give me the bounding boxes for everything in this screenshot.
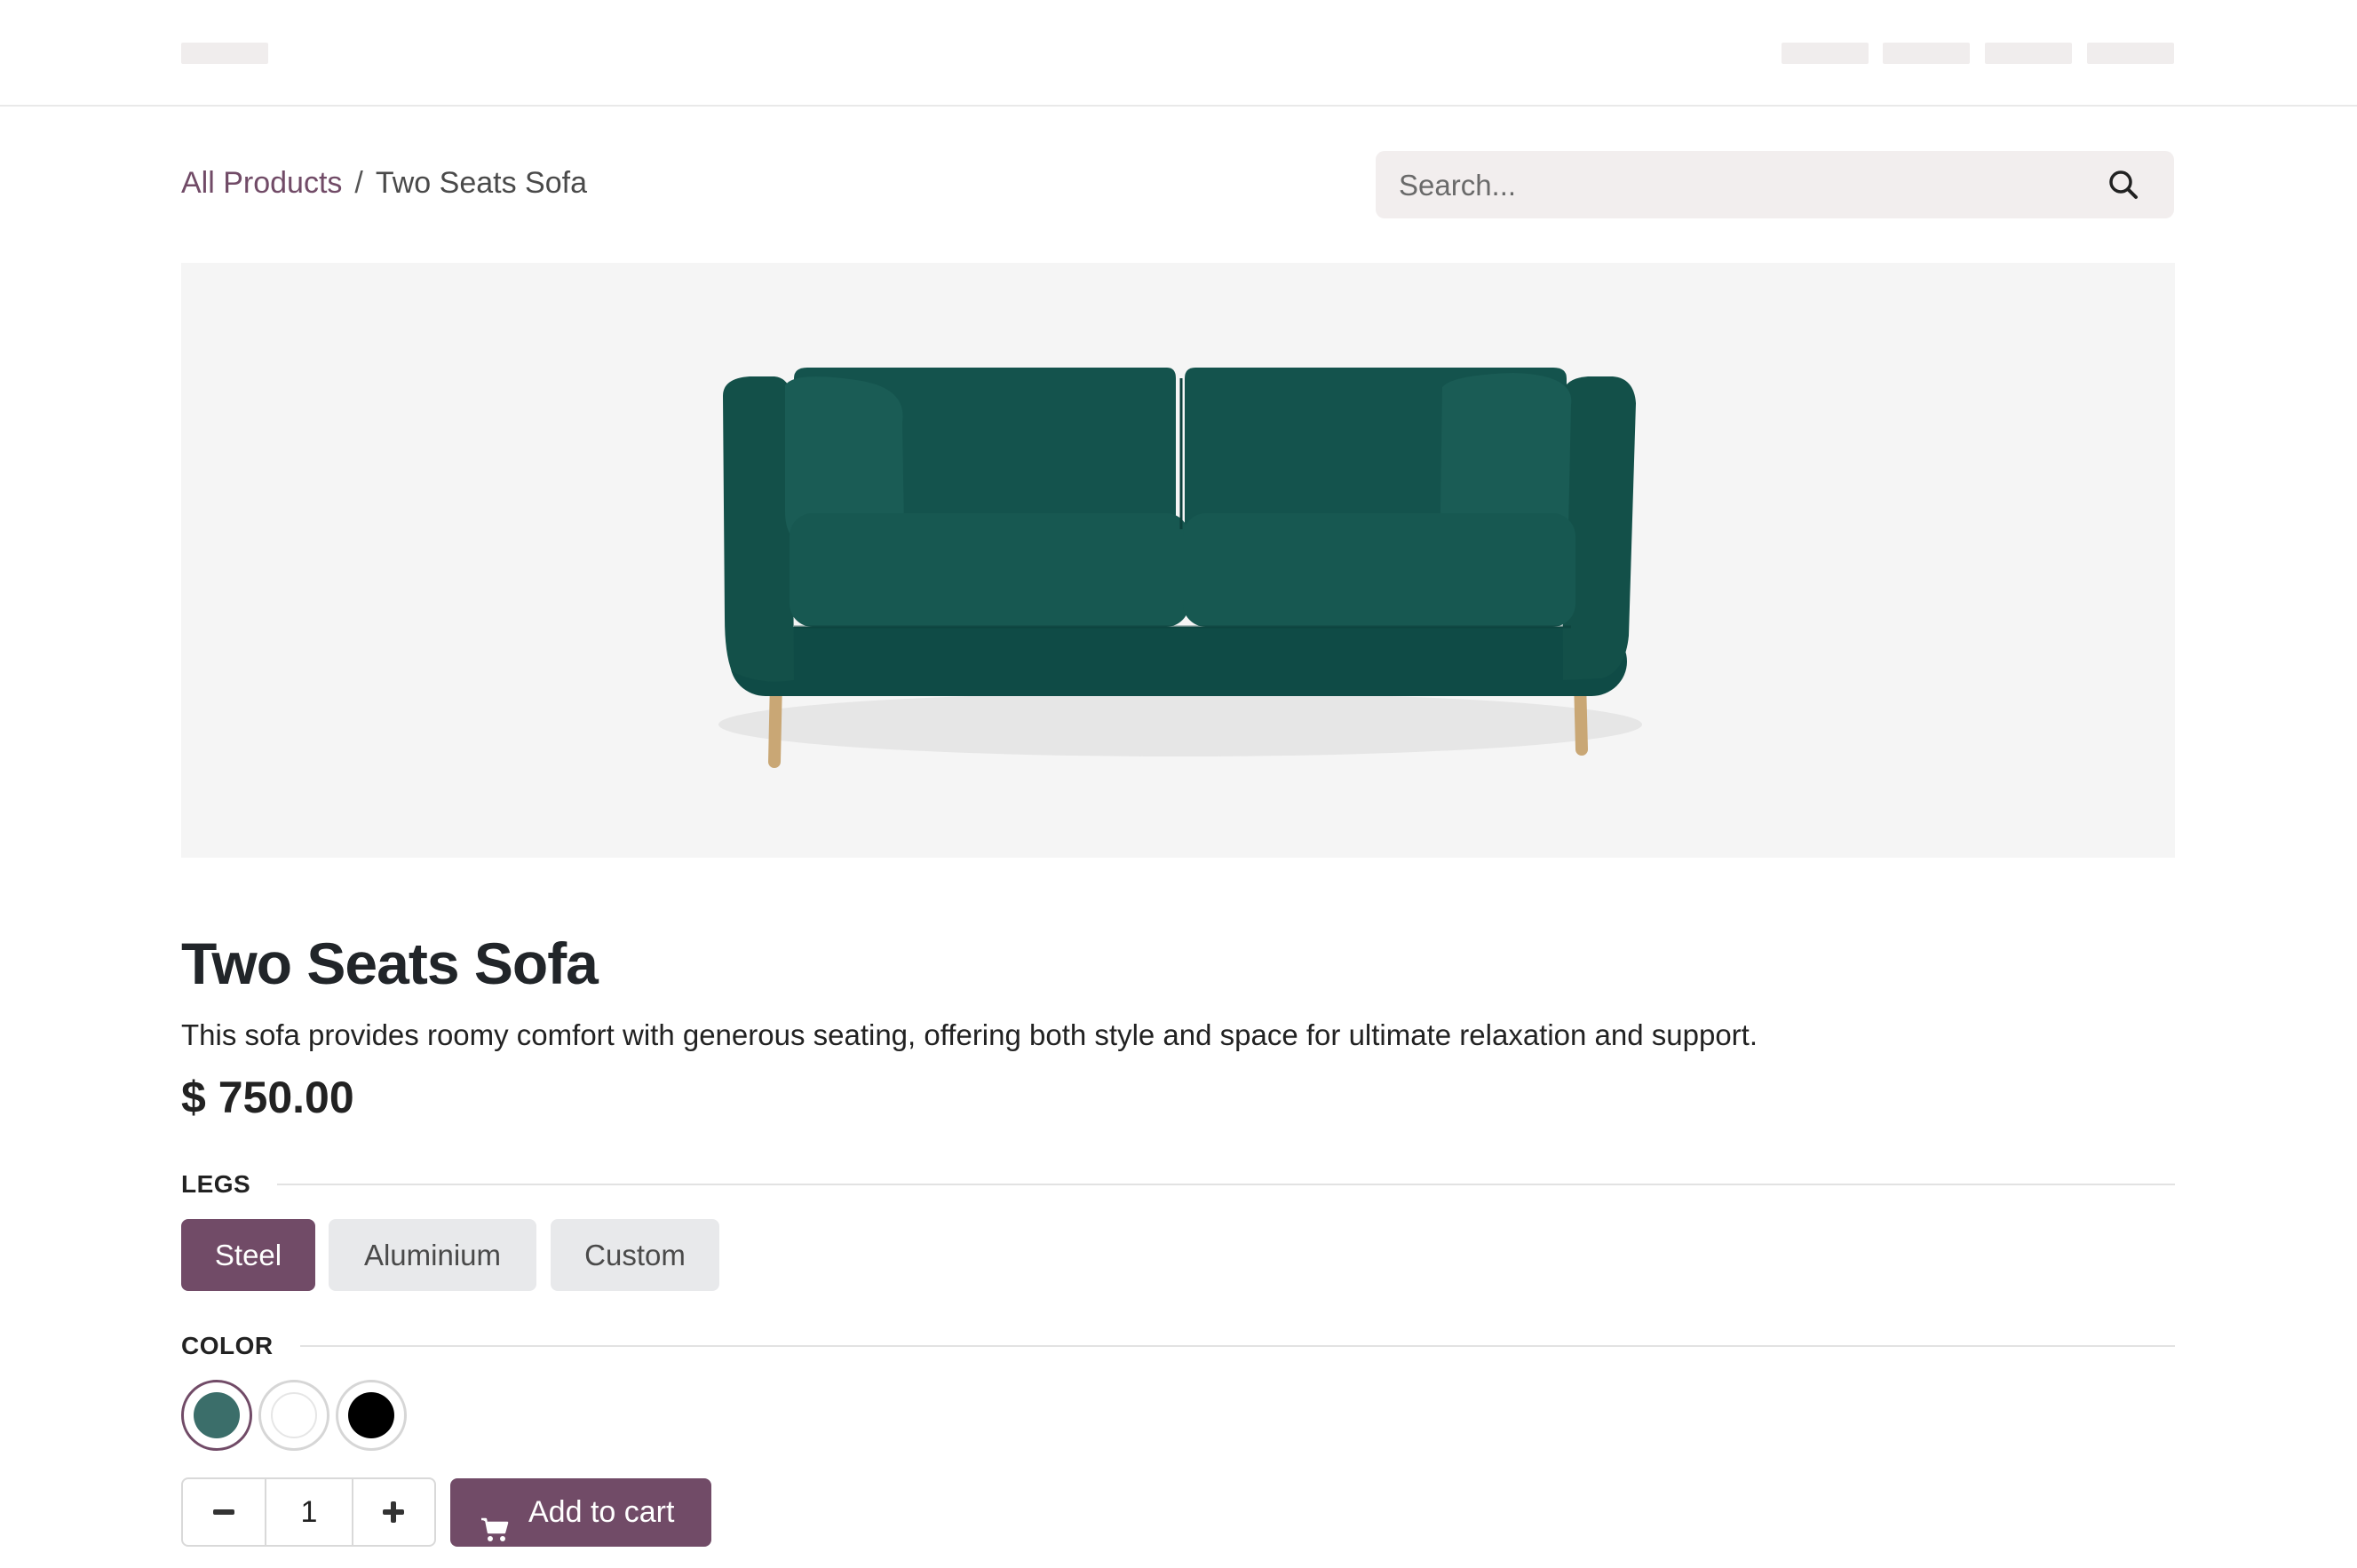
plus-icon [383, 1501, 404, 1523]
search-input[interactable] [1397, 151, 2075, 220]
breadcrumb-separator: / [354, 166, 363, 200]
breadcrumb-current: Two Seats Sofa [375, 166, 587, 200]
cart-icon [480, 1500, 509, 1541]
breadcrumb: All Products / Two Seats Sofa [181, 163, 587, 202]
add-to-cart-button[interactable]: Add to cart [450, 1478, 711, 1547]
color-swatch-white[interactable] [258, 1380, 329, 1451]
search-bar [1376, 151, 2174, 220]
nav-item-1[interactable] [1782, 43, 1869, 64]
quantity-stepper [181, 1477, 436, 1547]
nav-item-4[interactable] [2087, 43, 2174, 64]
product-description: This sofa provides roomy comfort with ge… [181, 1018, 1758, 1051]
legs-divider [277, 1184, 2175, 1185]
top-navbar [0, 0, 2357, 107]
color-label: COLOR [181, 1332, 274, 1359]
product-title: Two Seats Sofa [181, 931, 599, 996]
nav-item-3[interactable] [1985, 43, 2072, 64]
breadcrumb-all-products[interactable]: All Products [181, 166, 342, 200]
legs-label: LEGS [181, 1170, 251, 1198]
color-divider [300, 1345, 2175, 1347]
color-swatch-green[interactable] [181, 1380, 252, 1451]
search-icon[interactable] [2106, 167, 2141, 202]
legs-option-custom[interactable]: Custom [551, 1219, 719, 1291]
quantity-decrease-button[interactable] [183, 1479, 265, 1545]
quantity-increase-button[interactable] [353, 1479, 434, 1545]
color-swatch-black[interactable] [336, 1380, 407, 1451]
swatch-dot [271, 1392, 317, 1438]
swatch-dot [194, 1392, 240, 1438]
swatch-dot [348, 1392, 394, 1438]
logo-placeholder[interactable] [181, 43, 268, 64]
product-price: $ 750.00 [181, 1073, 354, 1122]
sofa-image [718, 368, 1642, 768]
quantity-input[interactable] [265, 1479, 353, 1545]
product-image [181, 263, 2175, 858]
add-to-cart-label: Add to cart [528, 1495, 675, 1529]
legs-option-steel[interactable]: Steel [181, 1219, 315, 1291]
legs-option-aluminium[interactable]: Aluminium [329, 1219, 536, 1291]
minus-icon [213, 1509, 234, 1515]
nav-item-2[interactable] [1883, 43, 1970, 64]
